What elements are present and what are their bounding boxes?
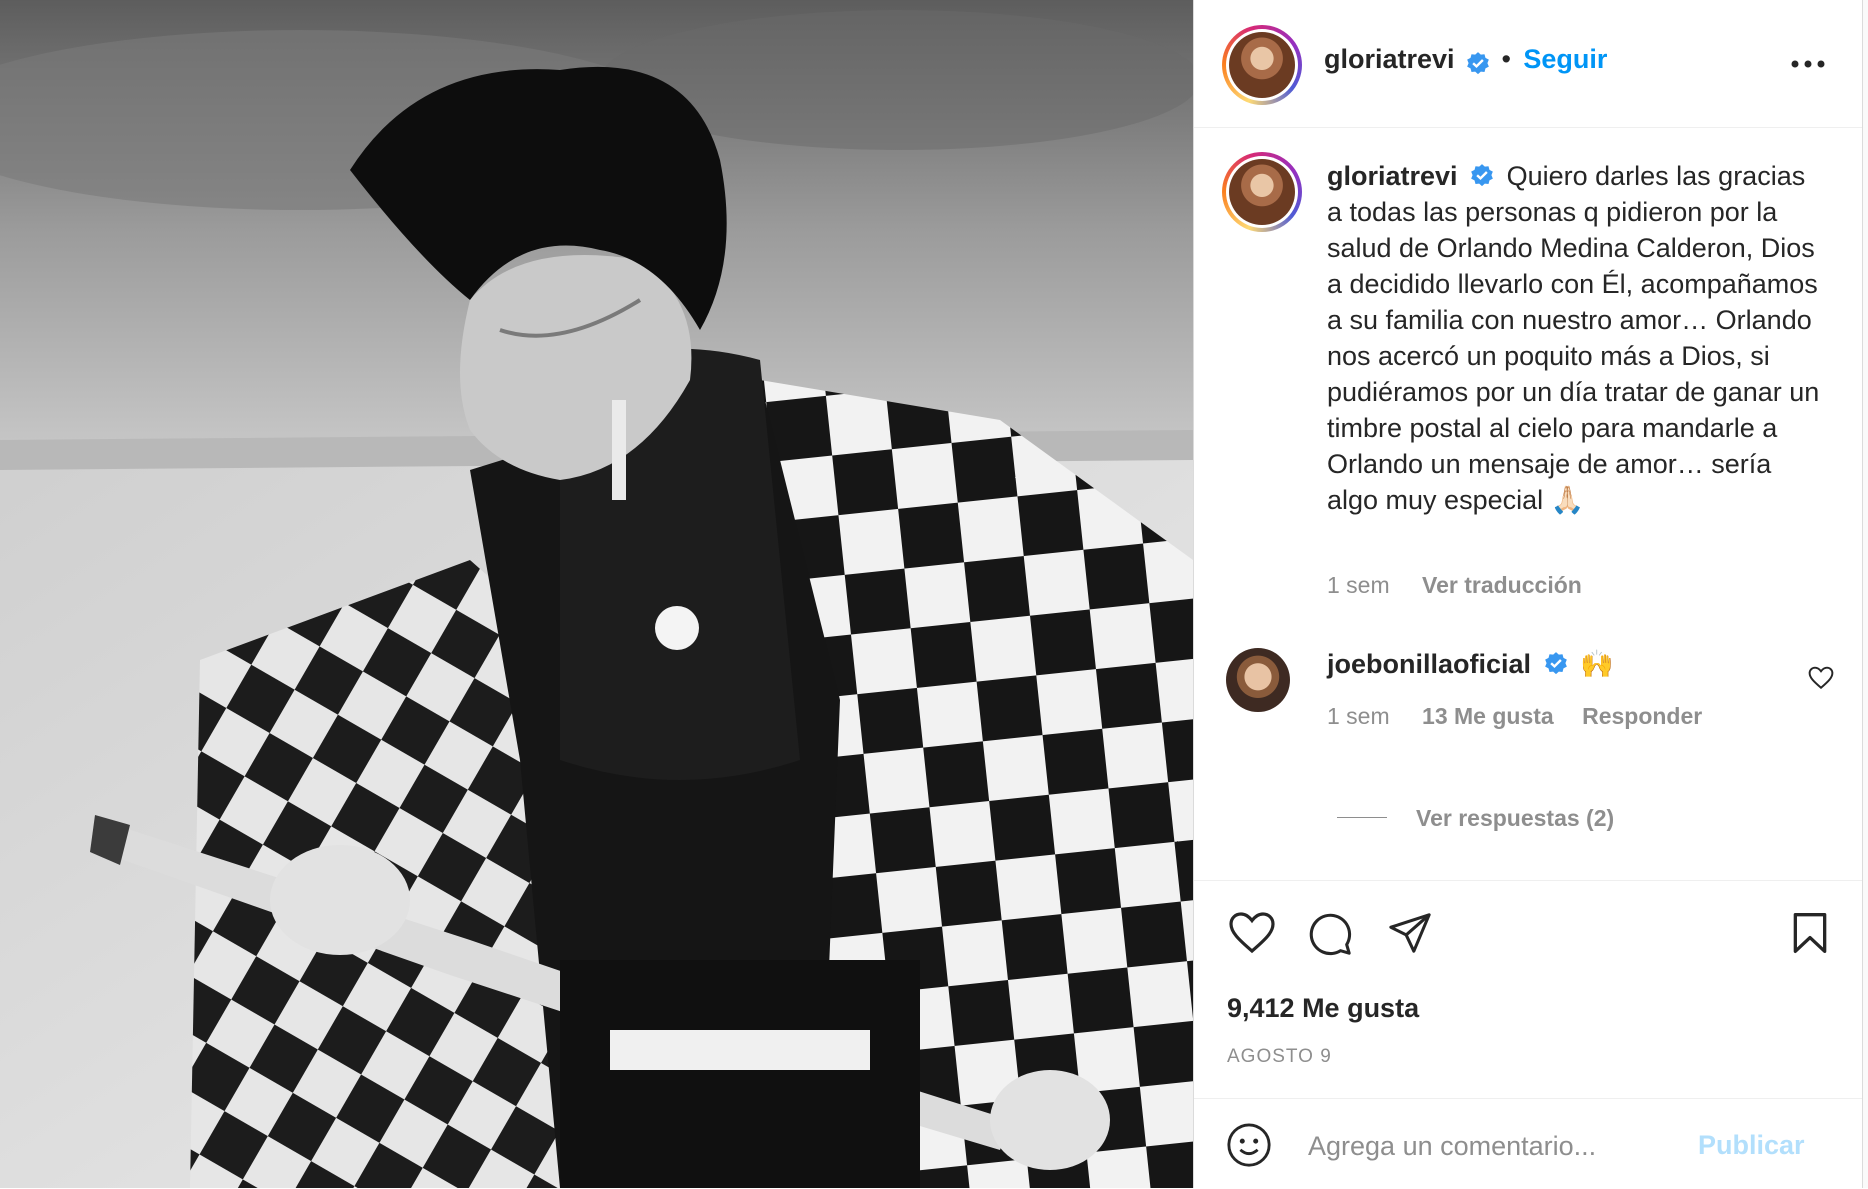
- commenter-username[interactable]: joebonillaoficial: [1327, 649, 1531, 679]
- post-header: gloriatrevi • Seguir: [1194, 0, 1862, 128]
- add-comment-bar: Publicar: [1194, 1098, 1862, 1189]
- small-heart-icon[interactable]: [1808, 666, 1834, 690]
- caption-author-username[interactable]: gloriatrevi: [1327, 161, 1458, 191]
- replies-divider: [1337, 817, 1387, 818]
- heart-icon[interactable]: [1228, 911, 1276, 955]
- view-replies-link[interactable]: Ver respuestas (2): [1416, 805, 1614, 832]
- caption-meta: 1 sem Ver traducción: [1327, 572, 1582, 599]
- header-separator: •: [1501, 44, 1511, 74]
- post-date[interactable]: AGOSTO 9: [1227, 1046, 1332, 1068]
- post-detail-panel: gloriatrevi • Seguir gloriatrevi Quiero …: [1193, 0, 1863, 1188]
- verified-badge-icon: [1544, 651, 1567, 675]
- page-edge: [1863, 0, 1868, 1188]
- emoji-icon[interactable]: [1226, 1122, 1272, 1168]
- post-actions: 9,412 Me gusta AGOSTO 9: [1194, 880, 1862, 1101]
- publish-button[interactable]: Publicar: [1698, 1130, 1805, 1161]
- caption-timestamp[interactable]: 1 sem: [1327, 572, 1390, 598]
- comment-timestamp[interactable]: 1 sem: [1327, 703, 1390, 729]
- comment-text: 🙌: [1580, 649, 1614, 679]
- reply-button[interactable]: Responder: [1582, 703, 1702, 729]
- header-user-line: gloriatrevi • Seguir: [1324, 44, 1607, 77]
- comment-icon[interactable]: [1307, 911, 1353, 957]
- post-photo-illustration: [0, 0, 1193, 1188]
- author-avatar[interactable]: [1222, 25, 1302, 105]
- author-username[interactable]: gloriatrevi: [1324, 44, 1455, 74]
- bookmark-icon[interactable]: [1790, 911, 1830, 955]
- share-icon[interactable]: [1387, 911, 1433, 955]
- more-options-icon[interactable]: [1790, 56, 1826, 72]
- comment-item: joebonillaoficial 🙌: [1327, 648, 1614, 681]
- comment-meta: 1 sem 13 Me gusta Responder: [1327, 703, 1702, 730]
- comment-likes[interactable]: 13 Me gusta: [1422, 703, 1554, 729]
- caption-body: Quiero darles las gracias a todas las pe…: [1327, 161, 1820, 515]
- caption-author-avatar[interactable]: [1222, 152, 1302, 232]
- follow-button[interactable]: Seguir: [1523, 44, 1607, 74]
- like-count[interactable]: 9,412 Me gusta: [1227, 993, 1419, 1024]
- post-photo[interactable]: [0, 0, 1193, 1188]
- verified-badge-icon: [1467, 51, 1489, 74]
- translate-link[interactable]: Ver traducción: [1422, 572, 1582, 598]
- post-caption: gloriatrevi Quiero darles las gracias a …: [1327, 158, 1827, 518]
- commenter-avatar[interactable]: [1226, 648, 1290, 712]
- comment-input[interactable]: [1306, 1125, 1690, 1167]
- verified-badge-icon: [1471, 163, 1493, 187]
